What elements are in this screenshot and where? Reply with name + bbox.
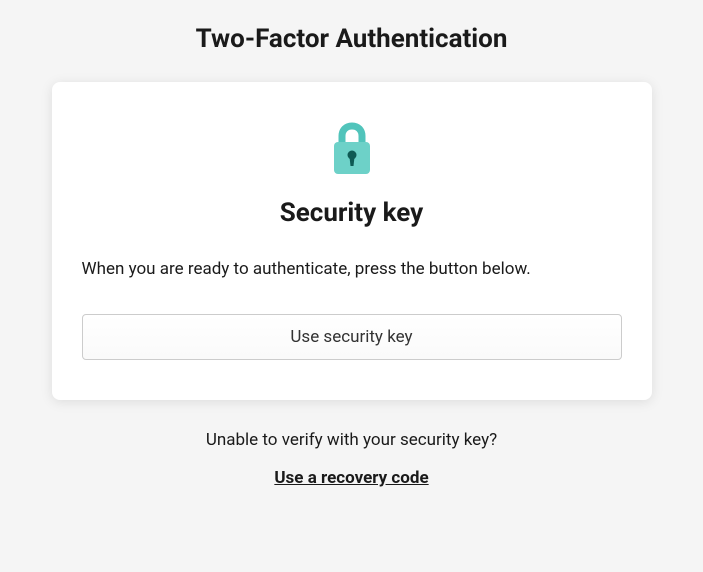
- use-security-key-button[interactable]: Use security key: [82, 314, 622, 360]
- footer: Unable to verify with your security key?…: [206, 430, 497, 488]
- card-title: Security key: [280, 198, 424, 228]
- lock-icon: [328, 122, 376, 180]
- footer-prompt: Unable to verify with your security key?: [206, 430, 497, 450]
- page-title: Two-Factor Authentication: [196, 24, 508, 54]
- auth-card: Security key When you are ready to authe…: [52, 82, 652, 400]
- recovery-code-link[interactable]: Use a recovery code: [274, 468, 428, 488]
- card-description: When you are ready to authenticate, pres…: [82, 258, 531, 282]
